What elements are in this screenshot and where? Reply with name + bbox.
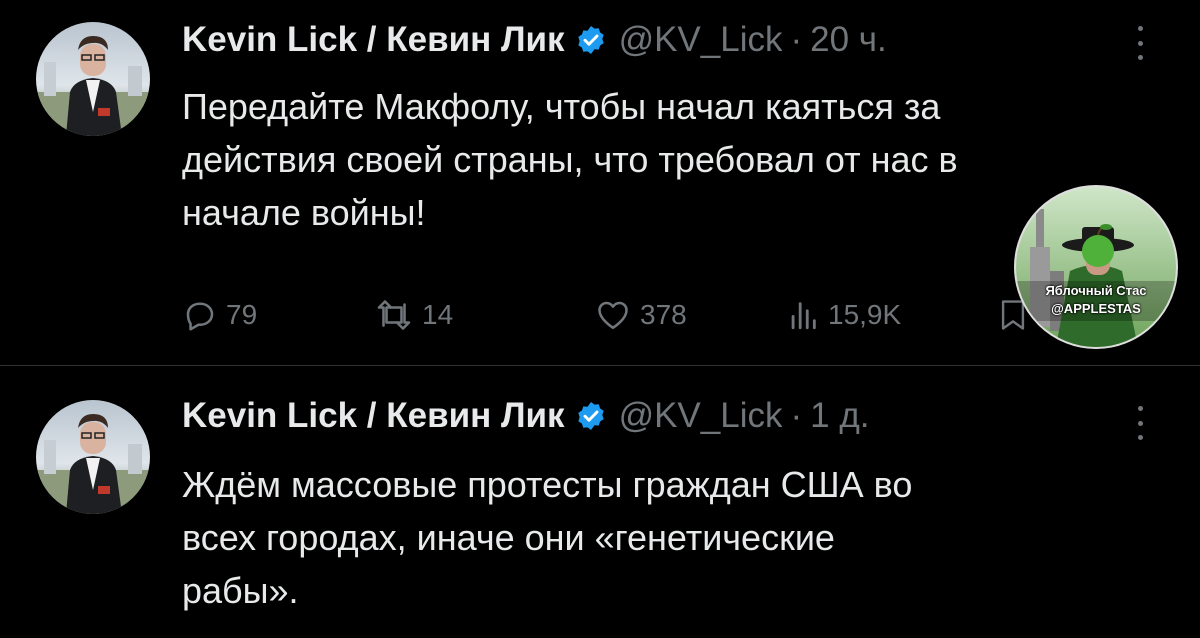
watermark-handle: @APPLESTAS [1051, 301, 1141, 316]
like-count: 378 [640, 299, 687, 330]
like-button[interactable]: 378 [594, 290, 687, 340]
watermark-logo: Яблочный Стас @APPLESTAS [1014, 185, 1178, 349]
separator: · [790, 20, 803, 59]
timestamp[interactable]: 1 д. [810, 396, 869, 436]
heart-icon [598, 301, 628, 330]
views-icon [791, 302, 816, 330]
avatar[interactable] [36, 22, 150, 136]
verified-badge-icon [575, 400, 607, 432]
author-handle[interactable]: @KV_Lick [619, 396, 783, 436]
reply-button[interactable]: 79 [182, 290, 257, 340]
separator: · [790, 396, 803, 435]
retweet-icon [377, 300, 411, 330]
author-name[interactable]: Kevin Lick / Кевин Лик [182, 20, 565, 60]
reply-icon [186, 302, 214, 331]
retweet-count: 14 [422, 299, 454, 330]
tweet-2[interactable]: Kevin Lick / Кевин Лик @KV_Lick · 1 д. Ж… [0, 366, 1200, 638]
tweet-text: Ждём массовые протесты граждан США во вс… [182, 464, 913, 611]
more-vertical-icon[interactable] [1130, 406, 1150, 440]
tweet-1[interactable]: Kevin Lick / Кевин Лик @KV_Lick · 20 ч. … [0, 0, 1200, 366]
retweet-button[interactable]: 14 [374, 290, 453, 340]
views-button[interactable]: 15,9K [786, 290, 901, 340]
views-count: 15,9K [828, 299, 902, 330]
avatar[interactable] [36, 400, 150, 514]
more-vertical-icon[interactable] [1130, 26, 1150, 60]
author-handle[interactable]: @KV_Lick [619, 20, 783, 60]
tweet-header: Kevin Lick / Кевин Лик @KV_Lick · 1 д. [182, 396, 870, 436]
watermark-title: Яблочный Стас [1045, 283, 1147, 298]
tweet-header: Kevin Lick / Кевин Лик @KV_Lick · 20 ч. [182, 20, 887, 60]
timestamp[interactable]: 20 ч. [810, 20, 887, 60]
author-name[interactable]: Kevin Lick / Кевин Лик [182, 396, 565, 436]
reply-count: 79 [226, 299, 258, 330]
verified-badge-icon [575, 24, 607, 56]
